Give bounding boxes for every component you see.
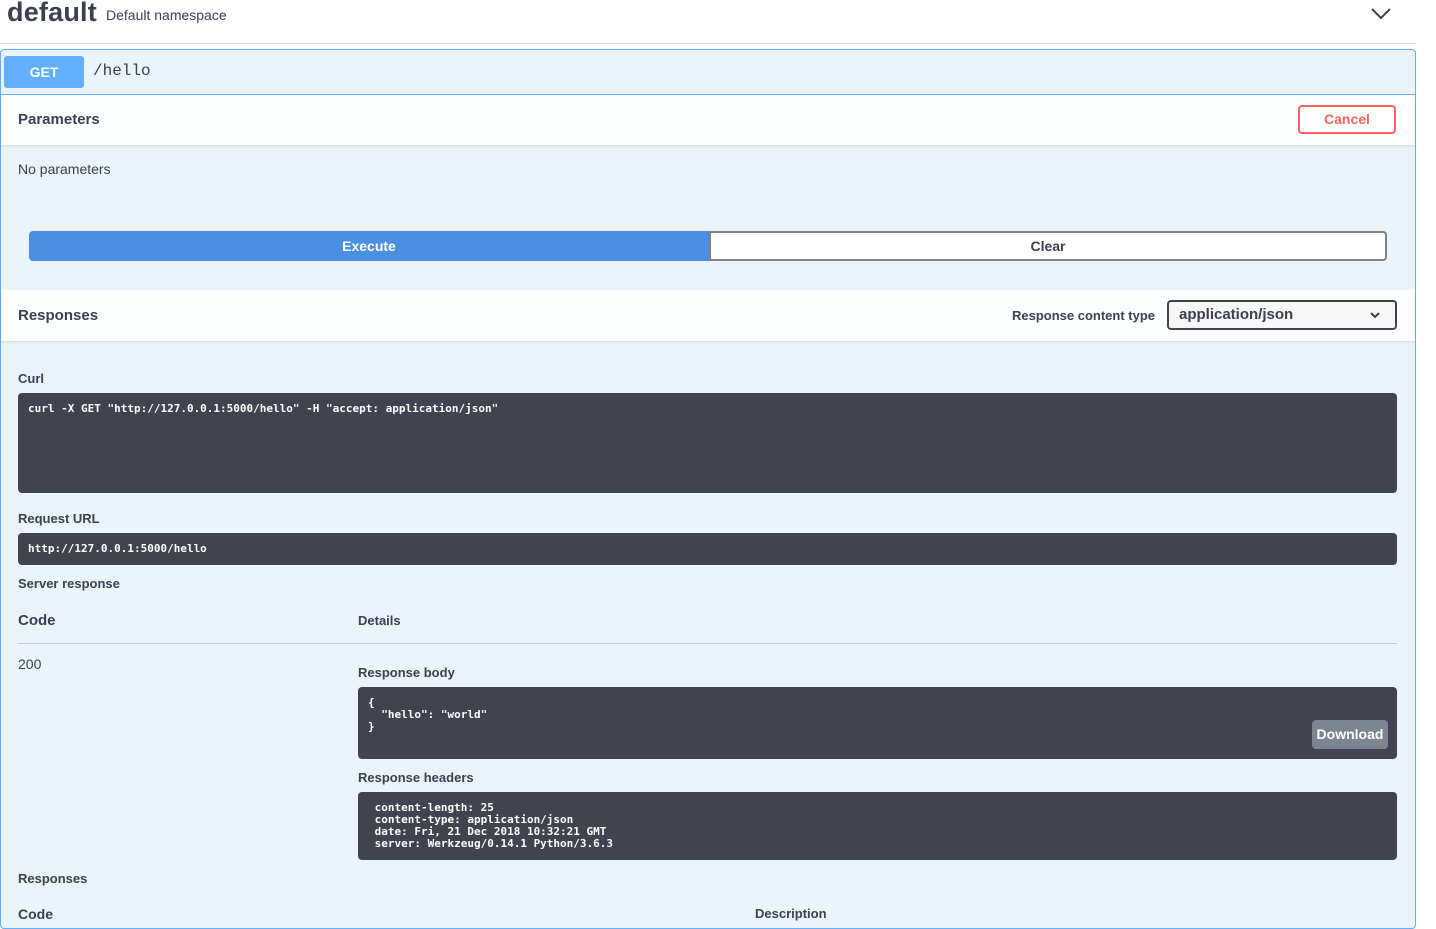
- operation-block: GET /hello Parameters Cancel No paramete…: [0, 49, 1416, 929]
- chevron-down-icon: [1370, 312, 1380, 319]
- content-type-label: Response content type: [1012, 308, 1156, 323]
- curl-label: Curl: [18, 371, 44, 386]
- clear-button[interactable]: Clear: [709, 231, 1387, 261]
- content-type-value: application/json: [1179, 306, 1294, 323]
- parameters-header: Parameters: [1, 95, 1415, 145]
- response-code: 200: [18, 656, 42, 672]
- response-headers[interactable]: content-length: 25 content-type: applica…: [358, 792, 1397, 860]
- responses-description-header: Description: [755, 906, 827, 921]
- responses-code-header: Code: [18, 906, 53, 922]
- curl-command[interactable]: curl -X GET "http://127.0.0.1:5000/hello…: [18, 393, 1397, 493]
- server-response-label: Server response: [18, 576, 120, 591]
- content-type-select[interactable]: application/json: [1167, 300, 1397, 330]
- no-parameters-text: No parameters: [18, 161, 111, 177]
- response-body-label: Response body: [358, 665, 455, 680]
- responses-title: Responses: [18, 307, 99, 324]
- namespace-header[interactable]: default Default namespace: [0, 0, 1416, 44]
- http-method-badge: GET: [4, 56, 84, 88]
- response-headers-label: Response headers: [358, 770, 474, 785]
- cancel-button[interactable]: Cancel: [1298, 105, 1396, 134]
- chevron-down-icon[interactable]: [1370, 5, 1392, 21]
- response-body[interactable]: { "hello": "world" }: [358, 687, 1397, 759]
- execute-button[interactable]: Execute: [29, 231, 709, 261]
- table-divider: [18, 643, 1397, 644]
- details-column-header: Details: [358, 613, 401, 628]
- namespace-description: Default namespace: [106, 7, 227, 23]
- request-url-label: Request URL: [18, 511, 100, 526]
- operation-summary[interactable]: GET /hello: [1, 50, 1415, 95]
- operation-path: /hello: [93, 62, 151, 80]
- code-column-header: Code: [18, 612, 56, 629]
- download-button[interactable]: Download: [1312, 720, 1388, 749]
- request-url-value[interactable]: http://127.0.0.1:5000/hello: [18, 533, 1397, 565]
- responses-table-title: Responses: [18, 871, 88, 886]
- parameters-title: Parameters: [18, 111, 100, 128]
- namespace-title: default: [7, 0, 97, 27]
